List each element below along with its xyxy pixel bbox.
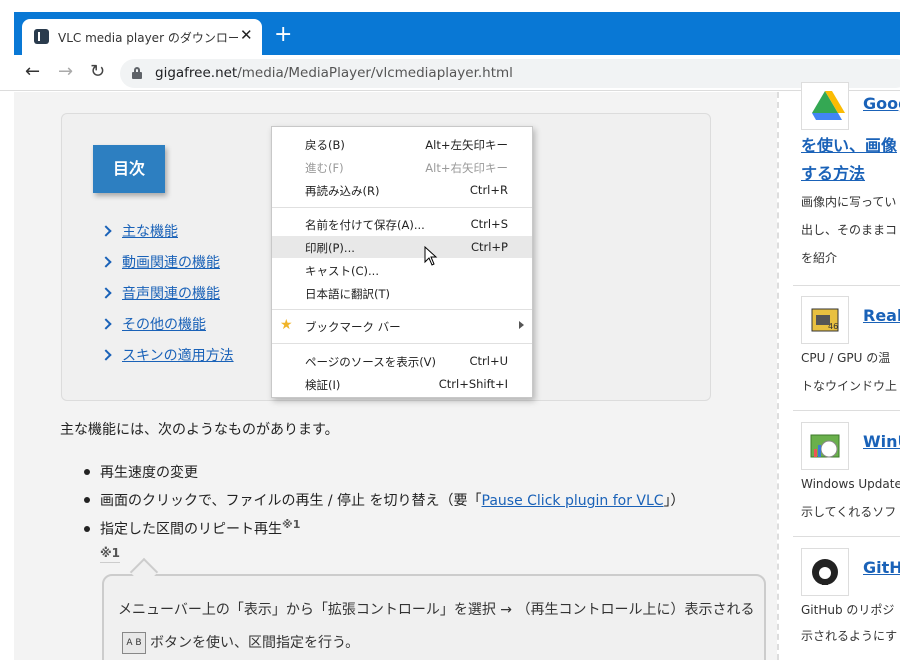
address-bar[interactable]: gigafree.net/media/MediaPlayer/vlcmediap…	[120, 59, 900, 88]
menu-item-forward[interactable]: 進む(F) Alt+右矢印キー	[272, 156, 532, 178]
sidebar-desc: トなウインドウ上	[801, 379, 898, 393]
menu-item-view-source[interactable]: ページのソースを表示(V) Ctrl+U	[272, 350, 532, 372]
divider	[793, 410, 900, 411]
menu-item-inspect[interactable]: 検証(I) Ctrl+Shift+I	[272, 373, 532, 395]
toc-link-main-features[interactable]: 主な機能	[100, 221, 178, 241]
github-icon[interactable]	[801, 548, 849, 596]
chevron-right-icon	[100, 225, 112, 237]
toolbar: ← → ↻ gigafree.net/media/MediaPlayer/vlc…	[0, 55, 900, 91]
sidebar-desc: 画像内に写ってい	[801, 195, 897, 209]
sidebar-link-title[interactable]: WinU	[863, 432, 900, 451]
chevron-right-icon	[100, 256, 112, 268]
sidebar-link-title[interactable]: Goog	[863, 94, 900, 113]
menu-item-save-as[interactable]: 名前を付けて保存(A)... Ctrl+S	[272, 213, 532, 235]
lock-icon[interactable]	[132, 67, 142, 79]
tab-title: VLC media player のダウンロード - I	[58, 31, 238, 45]
chevron-right-icon	[100, 318, 112, 330]
ab-repeat-icon: A B	[122, 632, 146, 654]
reload-button[interactable]: ↻	[90, 61, 105, 82]
menu-item-back[interactable]: 戻る(B) Alt+左矢印キー	[272, 133, 532, 155]
footnote-marker[interactable]: ※1	[282, 518, 300, 531]
sidebar-desc: GitHub のリポジ	[801, 603, 895, 617]
forward-button[interactable]: →	[58, 61, 73, 82]
footnote-box: メニューバー上の「表示」から「拡張コントロール」を選択 → （再生コントロール上…	[102, 574, 766, 660]
sidebar-desc: 出し、そのままコ	[801, 223, 898, 237]
menu-item-bookmark-bar[interactable]: ★ ブックマーク バー	[272, 315, 532, 337]
toc-heading: 目次	[93, 145, 165, 193]
menu-separator	[272, 343, 532, 344]
menu-item-reload[interactable]: 再読み込み(R) Ctrl+R	[272, 179, 532, 201]
sidebar-link-title[interactable]: GitH	[863, 558, 900, 577]
context-menu: 戻る(B) Alt+左矢印キー 進む(F) Alt+右矢印キー 再読み込み(R) Ct…	[271, 126, 533, 398]
site-favicon-icon	[34, 29, 49, 44]
menu-item-cast[interactable]: キャスト(C)...	[272, 259, 532, 281]
divider	[793, 285, 900, 286]
divider	[793, 536, 900, 537]
toc-link-other-features[interactable]: その他の機能	[100, 314, 206, 334]
intro-text: 主な機能には、次のようなものがあります。	[60, 422, 339, 438]
sidebar-desc: 示されるようにす	[801, 629, 898, 643]
menu-item-translate[interactable]: 日本語に翻訳(T)	[272, 282, 532, 304]
list-item: 指定した区間のリピート再生※1	[84, 518, 300, 539]
menu-separator	[272, 207, 532, 208]
mouse-cursor-icon	[424, 246, 438, 266]
sidebar-desc: 示してくれるソフ	[801, 505, 897, 519]
sidebar-desc: CPU / GPU の温	[801, 351, 891, 365]
sidebar: Goog を使い、画像 する方法 画像内に写ってい 出し、そのままコ を紹介 4…	[777, 82, 900, 660]
list-item: 再生速度の変更	[84, 462, 198, 482]
back-button[interactable]: ←	[25, 61, 40, 82]
realtemp-icon[interactable]: 46	[801, 296, 849, 344]
browser-window: VLC media player のダウンロード - I ✕ + ← → ↻ g…	[0, 0, 900, 660]
sidebar-link-subtitle[interactable]: する方法	[801, 160, 865, 184]
pause-click-plugin-link[interactable]: Pause Click plugin for VLC	[482, 493, 664, 509]
footnote-text: メニューバー上の「表示」から「拡張コントロール」を選択 → （再生コントロール上…	[118, 594, 758, 660]
new-tab-button[interactable]: +	[274, 24, 292, 46]
toc-link-skins[interactable]: スキンの適用方法	[100, 345, 234, 365]
svg-text:46: 46	[828, 322, 838, 331]
tab-strip: VLC media player のダウンロード - I ✕ +	[0, 0, 900, 55]
sidebar-desc: を紹介	[801, 251, 838, 265]
list-item: 画面のクリックで、ファイルの再生 / 停止 を切り替え（要「Pause Clic…	[84, 490, 685, 510]
url-text[interactable]: gigafree.net/media/MediaPlayer/vlcmediap…	[155, 65, 513, 81]
footnote-label: ※1	[100, 546, 121, 563]
menu-item-print[interactable]: 印刷(P)... Ctrl+P	[272, 236, 532, 258]
toc-link-video-features[interactable]: 動画関連の機能	[100, 252, 220, 272]
submenu-arrow-icon	[519, 321, 524, 329]
tab-close-icon[interactable]: ✕	[240, 26, 253, 44]
google-drive-icon[interactable]	[801, 82, 849, 130]
star-icon: ★	[280, 317, 293, 333]
sidebar-link-title[interactable]: Real	[863, 306, 900, 325]
menu-separator	[272, 309, 532, 310]
winupdate-icon[interactable]	[801, 422, 849, 470]
sidebar-link-subtitle[interactable]: を使い、画像	[801, 132, 897, 156]
chevron-right-icon	[100, 349, 112, 361]
active-tab[interactable]: VLC media player のダウンロード - I ✕	[22, 19, 262, 55]
chevron-right-icon	[100, 287, 112, 299]
sidebar-desc: Windows Update	[801, 477, 900, 491]
toc-link-audio-features[interactable]: 音声関連の機能	[100, 283, 220, 303]
